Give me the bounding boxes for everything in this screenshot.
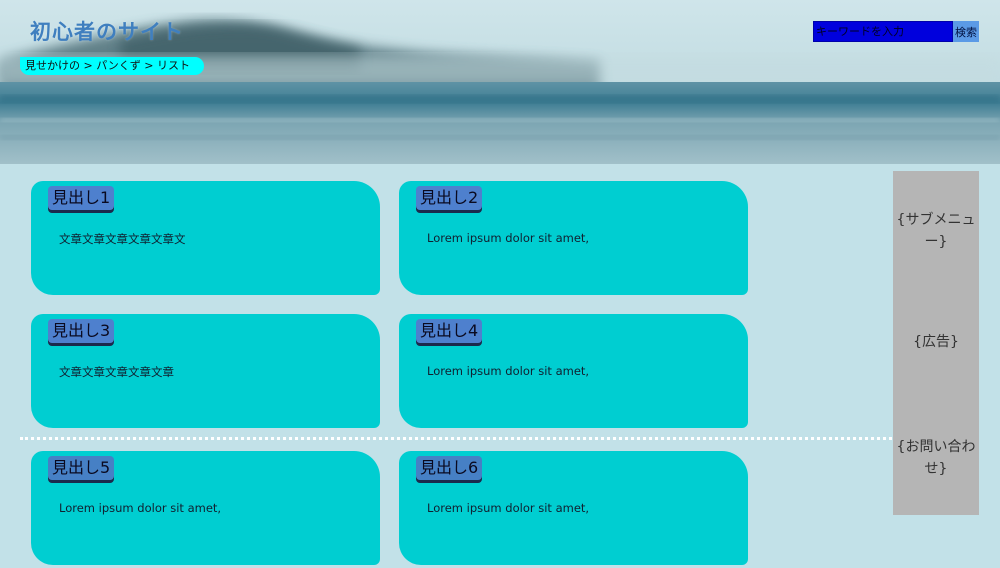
card-heading: 見出し6	[416, 456, 483, 480]
search-input[interactable]	[813, 21, 953, 42]
sidebar-contact[interactable]: {お問い合わせ}	[893, 436, 979, 480]
sidebar: {サブメニュー} {広告} {お問い合わせ}	[893, 171, 979, 515]
content-card-4: 見出し4 Lorem ipsum dolor sit amet,	[399, 314, 748, 428]
sidebar-ad[interactable]: {広告}	[893, 331, 979, 353]
card-text: 文章文章文章文章文章文	[59, 232, 186, 246]
card-text: 文章文章文章文章文章	[59, 365, 174, 379]
breadcrumb[interactable]: 見せかけの > パンくず > リスト	[20, 57, 204, 75]
card-heading: 見出し1	[48, 186, 115, 210]
section-divider	[20, 437, 892, 440]
card-heading: 見出し2	[416, 186, 483, 210]
card-heading: 見出し5	[48, 456, 115, 480]
card-text: Lorem ipsum dolor sit amet,	[427, 364, 590, 378]
card-text: Lorem ipsum dolor sit amet,	[59, 501, 222, 515]
site-title[interactable]: 初心者のサイト	[30, 16, 184, 46]
content-card-1: 見出し1 文章文章文章文章文章文	[31, 181, 380, 295]
sidebar-submenu[interactable]: {サブメニュー}	[893, 209, 979, 253]
content-card-2: 見出し2 Lorem ipsum dolor sit amet,	[399, 181, 748, 295]
card-text: Lorem ipsum dolor sit amet,	[427, 231, 590, 245]
content-card-6: 見出し6 Lorem ipsum dolor sit amet,	[399, 451, 748, 565]
card-heading: 見出し4	[416, 319, 483, 343]
content-card-5: 見出し5 Lorem ipsum dolor sit amet,	[31, 451, 380, 565]
card-text: Lorem ipsum dolor sit amet,	[427, 501, 590, 515]
search-form: 検索	[813, 21, 979, 42]
content-card-3: 見出し3 文章文章文章文章文章	[31, 314, 380, 428]
header-banner: 初心者のサイト 見せかけの > パンくず > リスト 検索	[0, 0, 1000, 164]
search-button[interactable]: 検索	[953, 21, 979, 42]
card-heading: 見出し3	[48, 319, 115, 343]
